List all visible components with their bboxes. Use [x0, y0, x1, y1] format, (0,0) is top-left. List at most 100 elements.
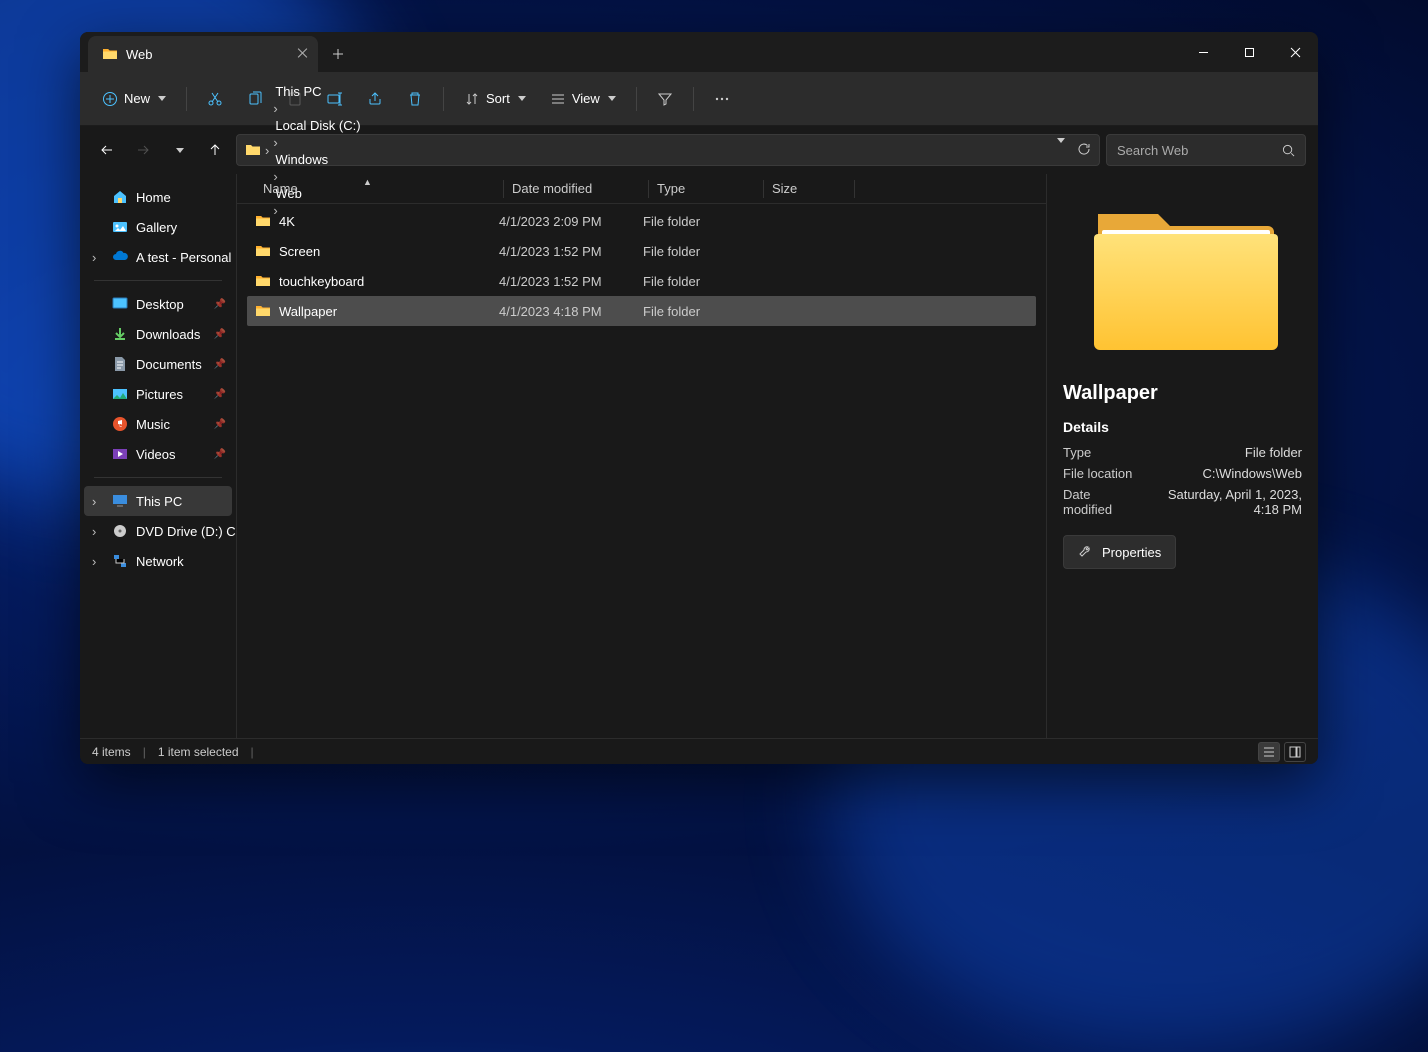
network-icon	[112, 553, 128, 569]
file-date: 4/1/2023 1:52 PM	[499, 244, 643, 259]
details-pane: Wallpaper Details TypeFile folder File l…	[1046, 174, 1318, 738]
close-tab-icon[interactable]	[297, 47, 308, 62]
sort-button[interactable]: Sort	[454, 81, 536, 117]
refresh-button[interactable]	[1077, 142, 1091, 159]
pin-icon: 📌	[214, 419, 226, 430]
maximize-button[interactable]	[1226, 32, 1272, 72]
file-name: touchkeyboard	[279, 274, 364, 289]
filter-icon	[657, 91, 673, 107]
navigation-bar: › This PC›Local Disk (C:)›Windows›Web› S…	[80, 126, 1318, 174]
status-selected-count: 1 item selected	[158, 745, 239, 759]
documents-icon	[112, 356, 128, 372]
sidebar-item-dvd[interactable]: ›DVD Drive (D:) CCC	[84, 516, 232, 546]
close-button[interactable]	[1272, 32, 1318, 72]
sidebar-item-home[interactable]: Home	[84, 182, 232, 212]
view-label: View	[572, 91, 600, 106]
up-button[interactable]	[200, 135, 230, 165]
back-button[interactable]	[92, 135, 122, 165]
chevron-right-icon[interactable]: ›	[92, 250, 96, 265]
minimize-button[interactable]	[1180, 32, 1226, 72]
chevron-right-icon: ›	[273, 203, 277, 218]
delete-button[interactable]	[397, 81, 433, 117]
file-type: File folder	[643, 304, 757, 319]
status-bar: 4 items | 1 item selected |	[80, 738, 1318, 764]
tab-web[interactable]: Web	[88, 36, 318, 72]
cut-button[interactable]	[197, 81, 233, 117]
file-row[interactable]: 4K4/1/2023 2:09 PMFile folder	[247, 206, 1036, 236]
view-button[interactable]: View	[540, 81, 626, 117]
preview-view-toggle[interactable]	[1284, 742, 1306, 762]
chevron-down-icon	[176, 148, 184, 153]
more-button[interactable]	[704, 81, 740, 117]
search-placeholder: Search Web	[1117, 143, 1188, 158]
folder-icon	[102, 46, 118, 62]
file-type: File folder	[643, 274, 757, 289]
column-size[interactable]: Size	[764, 181, 854, 196]
chevron-right-icon: ›	[265, 143, 269, 158]
sidebar-item-gallery[interactable]: Gallery	[84, 212, 232, 242]
forward-button[interactable]	[128, 135, 158, 165]
sidebar-item-pictures[interactable]: Pictures📌	[84, 379, 232, 409]
file-name: Screen	[279, 244, 320, 259]
view-icon	[550, 91, 566, 107]
folder-icon	[255, 213, 271, 229]
file-date: 4/1/2023 1:52 PM	[499, 274, 643, 289]
recent-button[interactable]	[164, 135, 194, 165]
details-view-toggle[interactable]	[1258, 742, 1280, 762]
details-title: Wallpaper	[1063, 382, 1302, 405]
sidebar: Home Gallery ›A test - Personal Desktop📌…	[80, 174, 236, 738]
new-tab-button[interactable]	[318, 36, 358, 72]
folder-preview-icon	[1088, 204, 1278, 354]
chevron-right-icon[interactable]: ›	[92, 524, 96, 539]
file-list-pane: Name▲ Date modified Type Size 4K4/1/2023…	[236, 174, 1046, 738]
filter-button[interactable]	[647, 81, 683, 117]
chevron-down-icon	[608, 96, 616, 101]
new-button[interactable]: New	[92, 81, 176, 117]
details-section: Details	[1063, 419, 1302, 435]
sort-asc-icon: ▲	[363, 177, 372, 187]
file-row[interactable]: touchkeyboard 4/1/2023 1:52 PMFile folder	[247, 266, 1036, 296]
search-box[interactable]: Search Web	[1106, 134, 1306, 166]
copy-button[interactable]	[237, 81, 273, 117]
folder-icon	[255, 303, 271, 319]
share-icon	[367, 91, 383, 107]
more-icon	[714, 91, 730, 107]
file-name: Wallpaper	[279, 304, 337, 319]
sidebar-item-documents[interactable]: Documents📌	[84, 349, 232, 379]
breadcrumb-item[interactable]: Local Disk (C:)	[273, 116, 362, 135]
sidebar-item-downloads[interactable]: Downloads📌	[84, 319, 232, 349]
pc-icon	[112, 493, 128, 509]
folder-icon	[255, 273, 271, 289]
address-bar[interactable]: › This PC›Local Disk (C:)›Windows›Web›	[236, 134, 1100, 166]
sidebar-item-network[interactable]: ›Network	[84, 546, 232, 576]
sidebar-item-thispc[interactable]: ›This PC	[84, 486, 232, 516]
home-icon	[112, 189, 128, 205]
chevron-right-icon[interactable]: ›	[92, 554, 96, 569]
sidebar-item-music[interactable]: Music📌	[84, 409, 232, 439]
sidebar-item-onedrive[interactable]: ›A test - Personal	[84, 242, 232, 272]
file-row[interactable]: Screen 4/1/2023 1:52 PMFile folder	[247, 236, 1036, 266]
column-name[interactable]: Name▲	[255, 181, 503, 196]
breadcrumb-item[interactable]: This PC	[273, 82, 362, 101]
wrench-icon	[1078, 544, 1094, 560]
address-dropdown[interactable]	[1055, 143, 1065, 158]
file-type: File folder	[643, 244, 757, 259]
column-type[interactable]: Type	[649, 181, 763, 196]
sidebar-item-videos[interactable]: Videos📌	[84, 439, 232, 469]
column-date[interactable]: Date modified	[504, 181, 648, 196]
delete-icon	[407, 91, 423, 107]
tab-title: Web	[126, 47, 153, 62]
window-controls	[1180, 32, 1318, 72]
chevron-down-icon	[518, 96, 526, 101]
chevron-down-icon	[158, 96, 166, 101]
search-icon	[1282, 144, 1295, 157]
properties-button[interactable]: Properties	[1063, 535, 1176, 569]
folder-icon	[245, 142, 261, 158]
file-date: 4/1/2023 4:18 PM	[499, 304, 643, 319]
videos-icon	[112, 446, 128, 462]
new-icon	[102, 91, 118, 107]
chevron-right-icon[interactable]: ›	[92, 494, 96, 509]
sidebar-item-desktop[interactable]: Desktop📌	[84, 289, 232, 319]
file-row[interactable]: Wallpaper 4/1/2023 4:18 PMFile folder	[247, 296, 1036, 326]
breadcrumb-item[interactable]: Windows	[273, 150, 362, 169]
